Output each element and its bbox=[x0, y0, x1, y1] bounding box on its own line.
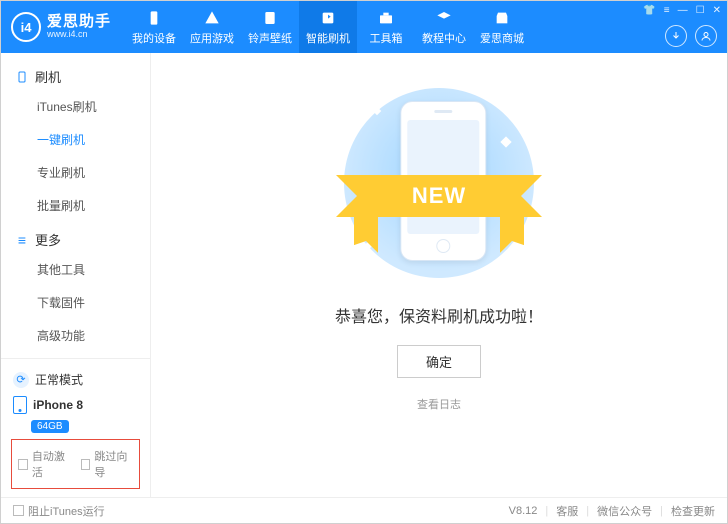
sparkle-icon bbox=[373, 107, 381, 115]
flash-icon bbox=[319, 9, 337, 27]
device-icon bbox=[145, 9, 163, 27]
nav-tutorial[interactable]: 教程中心 bbox=[415, 1, 473, 53]
separator: | bbox=[586, 505, 589, 517]
nav-label: 铃声壁纸 bbox=[248, 30, 292, 46]
success-message: 恭喜您，保资料刷机成功啦！ bbox=[335, 303, 543, 327]
footer-right: V8.12 | 客服 | 微信公众号 | 检查更新 bbox=[509, 503, 715, 519]
nav-store[interactable]: 爱思商城 bbox=[473, 1, 531, 53]
checkbox-icon bbox=[18, 459, 28, 470]
nav-device[interactable]: 我的设备 bbox=[125, 1, 183, 53]
hero-illustration: NEW bbox=[319, 83, 559, 283]
support-link[interactable]: 客服 bbox=[556, 503, 578, 519]
mode-label: 正常模式 bbox=[35, 371, 83, 388]
sidebar-group-more[interactable]: ≡ 更多 bbox=[1, 222, 150, 253]
maximize-icon[interactable]: ☐ bbox=[696, 5, 705, 16]
nav-label: 教程中心 bbox=[422, 30, 466, 46]
main-content: NEW 恭喜您，保资料刷机成功啦！ 确定 查看日志 bbox=[151, 53, 727, 497]
header-right-buttons bbox=[665, 25, 717, 47]
auto-activate-checkbox[interactable]: 自动激活 bbox=[18, 448, 71, 480]
header: i4 爱思助手 www.i4.cn 我的设备 应用游戏 铃声壁纸 智能刷机 bbox=[1, 1, 727, 53]
sidebar-group-flash[interactable]: 刷机 bbox=[1, 59, 150, 90]
window-controls: 👕 ≡ — ☐ ✕ bbox=[643, 5, 721, 16]
sidebar-item-advanced[interactable]: 高级功能 bbox=[1, 319, 150, 352]
nav-label: 工具箱 bbox=[370, 30, 403, 46]
download-button[interactable] bbox=[665, 25, 687, 47]
device-name: iPhone 8 bbox=[33, 398, 83, 412]
sidebar: 刷机 iTunes刷机 一键刷机 专业刷机 批量刷机 ≡ 更多 其他工具 下载固… bbox=[1, 53, 151, 497]
menu-icon[interactable]: ≡ bbox=[664, 5, 670, 16]
wechat-link[interactable]: 微信公众号 bbox=[597, 503, 652, 519]
sidebar-item-oneclick[interactable]: 一键刷机 bbox=[1, 123, 150, 156]
sidebar-item-batch[interactable]: 批量刷机 bbox=[1, 189, 150, 222]
sidebar-item-download[interactable]: 下载固件 bbox=[1, 286, 150, 319]
options-highlight-box: 自动激活 跳过向导 bbox=[11, 439, 140, 489]
skin-icon[interactable]: 👕 bbox=[643, 5, 655, 16]
ok-button[interactable]: 确定 bbox=[397, 345, 481, 378]
sidebar-item-other[interactable]: 其他工具 bbox=[1, 253, 150, 286]
nav-label: 爱思商城 bbox=[480, 30, 524, 46]
sparkle-icon bbox=[500, 136, 511, 147]
app-window: i4 爱思助手 www.i4.cn 我的设备 应用游戏 铃声壁纸 智能刷机 bbox=[0, 0, 728, 524]
close-icon[interactable]: ✕ bbox=[713, 5, 721, 16]
update-link[interactable]: 检查更新 bbox=[671, 503, 715, 519]
logo-text: 爱思助手 www.i4.cn bbox=[47, 14, 111, 40]
store-icon bbox=[493, 9, 511, 27]
logo[interactable]: i4 爱思助手 www.i4.cn bbox=[1, 1, 125, 53]
view-log-link[interactable]: 查看日志 bbox=[417, 396, 461, 412]
separator: | bbox=[660, 505, 663, 517]
top-nav: 我的设备 应用游戏 铃声壁纸 智能刷机 工具箱 教程中心 bbox=[125, 1, 531, 53]
tutorial-icon bbox=[435, 9, 453, 27]
brand-url: www.i4.cn bbox=[47, 30, 111, 40]
checkbox-icon bbox=[81, 459, 91, 470]
checkbox-icon bbox=[13, 505, 24, 516]
toolbox-icon bbox=[377, 9, 395, 27]
sidebar-scroll: 刷机 iTunes刷机 一键刷机 专业刷机 批量刷机 ≡ 更多 其他工具 下载固… bbox=[1, 53, 150, 358]
nav-label: 我的设备 bbox=[132, 30, 176, 46]
block-itunes-checkbox[interactable]: 阻止iTunes运行 bbox=[13, 503, 105, 519]
sidebar-item-pro[interactable]: 专业刷机 bbox=[1, 156, 150, 189]
sidebar-item-itunes[interactable]: iTunes刷机 bbox=[1, 90, 150, 123]
skip-guide-checkbox[interactable]: 跳过向导 bbox=[81, 448, 134, 480]
nav-label: 应用游戏 bbox=[190, 30, 234, 46]
nav-toolbox[interactable]: 工具箱 bbox=[357, 1, 415, 53]
new-ribbon: NEW bbox=[364, 175, 514, 217]
phone-icon bbox=[15, 70, 29, 84]
minimize-icon[interactable]: — bbox=[678, 5, 688, 16]
version-label: V8.12 bbox=[509, 505, 538, 517]
ribbon-text: NEW bbox=[364, 175, 514, 217]
device-row[interactable]: iPhone 8 bbox=[11, 392, 140, 418]
refresh-icon: ⟳ bbox=[13, 372, 29, 388]
apps-icon bbox=[203, 9, 221, 27]
nav-label: 智能刷机 bbox=[306, 30, 350, 46]
footer: 阻止iTunes运行 V8.12 | 客服 | 微信公众号 | 检查更新 bbox=[1, 497, 727, 523]
sidebar-group-title: 刷机 bbox=[35, 67, 61, 86]
storage-badge: 64GB bbox=[31, 420, 69, 433]
brand-name: 爱思助手 bbox=[47, 14, 111, 31]
nav-apps[interactable]: 应用游戏 bbox=[183, 1, 241, 53]
body: 刷机 iTunes刷机 一键刷机 专业刷机 批量刷机 ≡ 更多 其他工具 下载固… bbox=[1, 53, 727, 497]
ringtone-icon bbox=[261, 9, 279, 27]
checkbox-label: 阻止iTunes运行 bbox=[28, 503, 105, 519]
nav-ringtone[interactable]: 铃声壁纸 bbox=[241, 1, 299, 53]
logo-icon: i4 bbox=[11, 12, 41, 42]
sidebar-group-title: 更多 bbox=[35, 230, 61, 249]
device-icon bbox=[13, 396, 27, 414]
checkbox-label: 跳过向导 bbox=[94, 448, 133, 480]
separator: | bbox=[545, 505, 548, 517]
user-button[interactable] bbox=[695, 25, 717, 47]
mode-row[interactable]: ⟳ 正常模式 bbox=[11, 367, 140, 392]
nav-flash[interactable]: 智能刷机 bbox=[299, 1, 357, 53]
checkbox-label: 自动激活 bbox=[32, 448, 71, 480]
more-icon: ≡ bbox=[15, 233, 29, 247]
sidebar-bottom: ⟳ 正常模式 iPhone 8 64GB 自动激活 跳过向导 bbox=[1, 358, 150, 497]
